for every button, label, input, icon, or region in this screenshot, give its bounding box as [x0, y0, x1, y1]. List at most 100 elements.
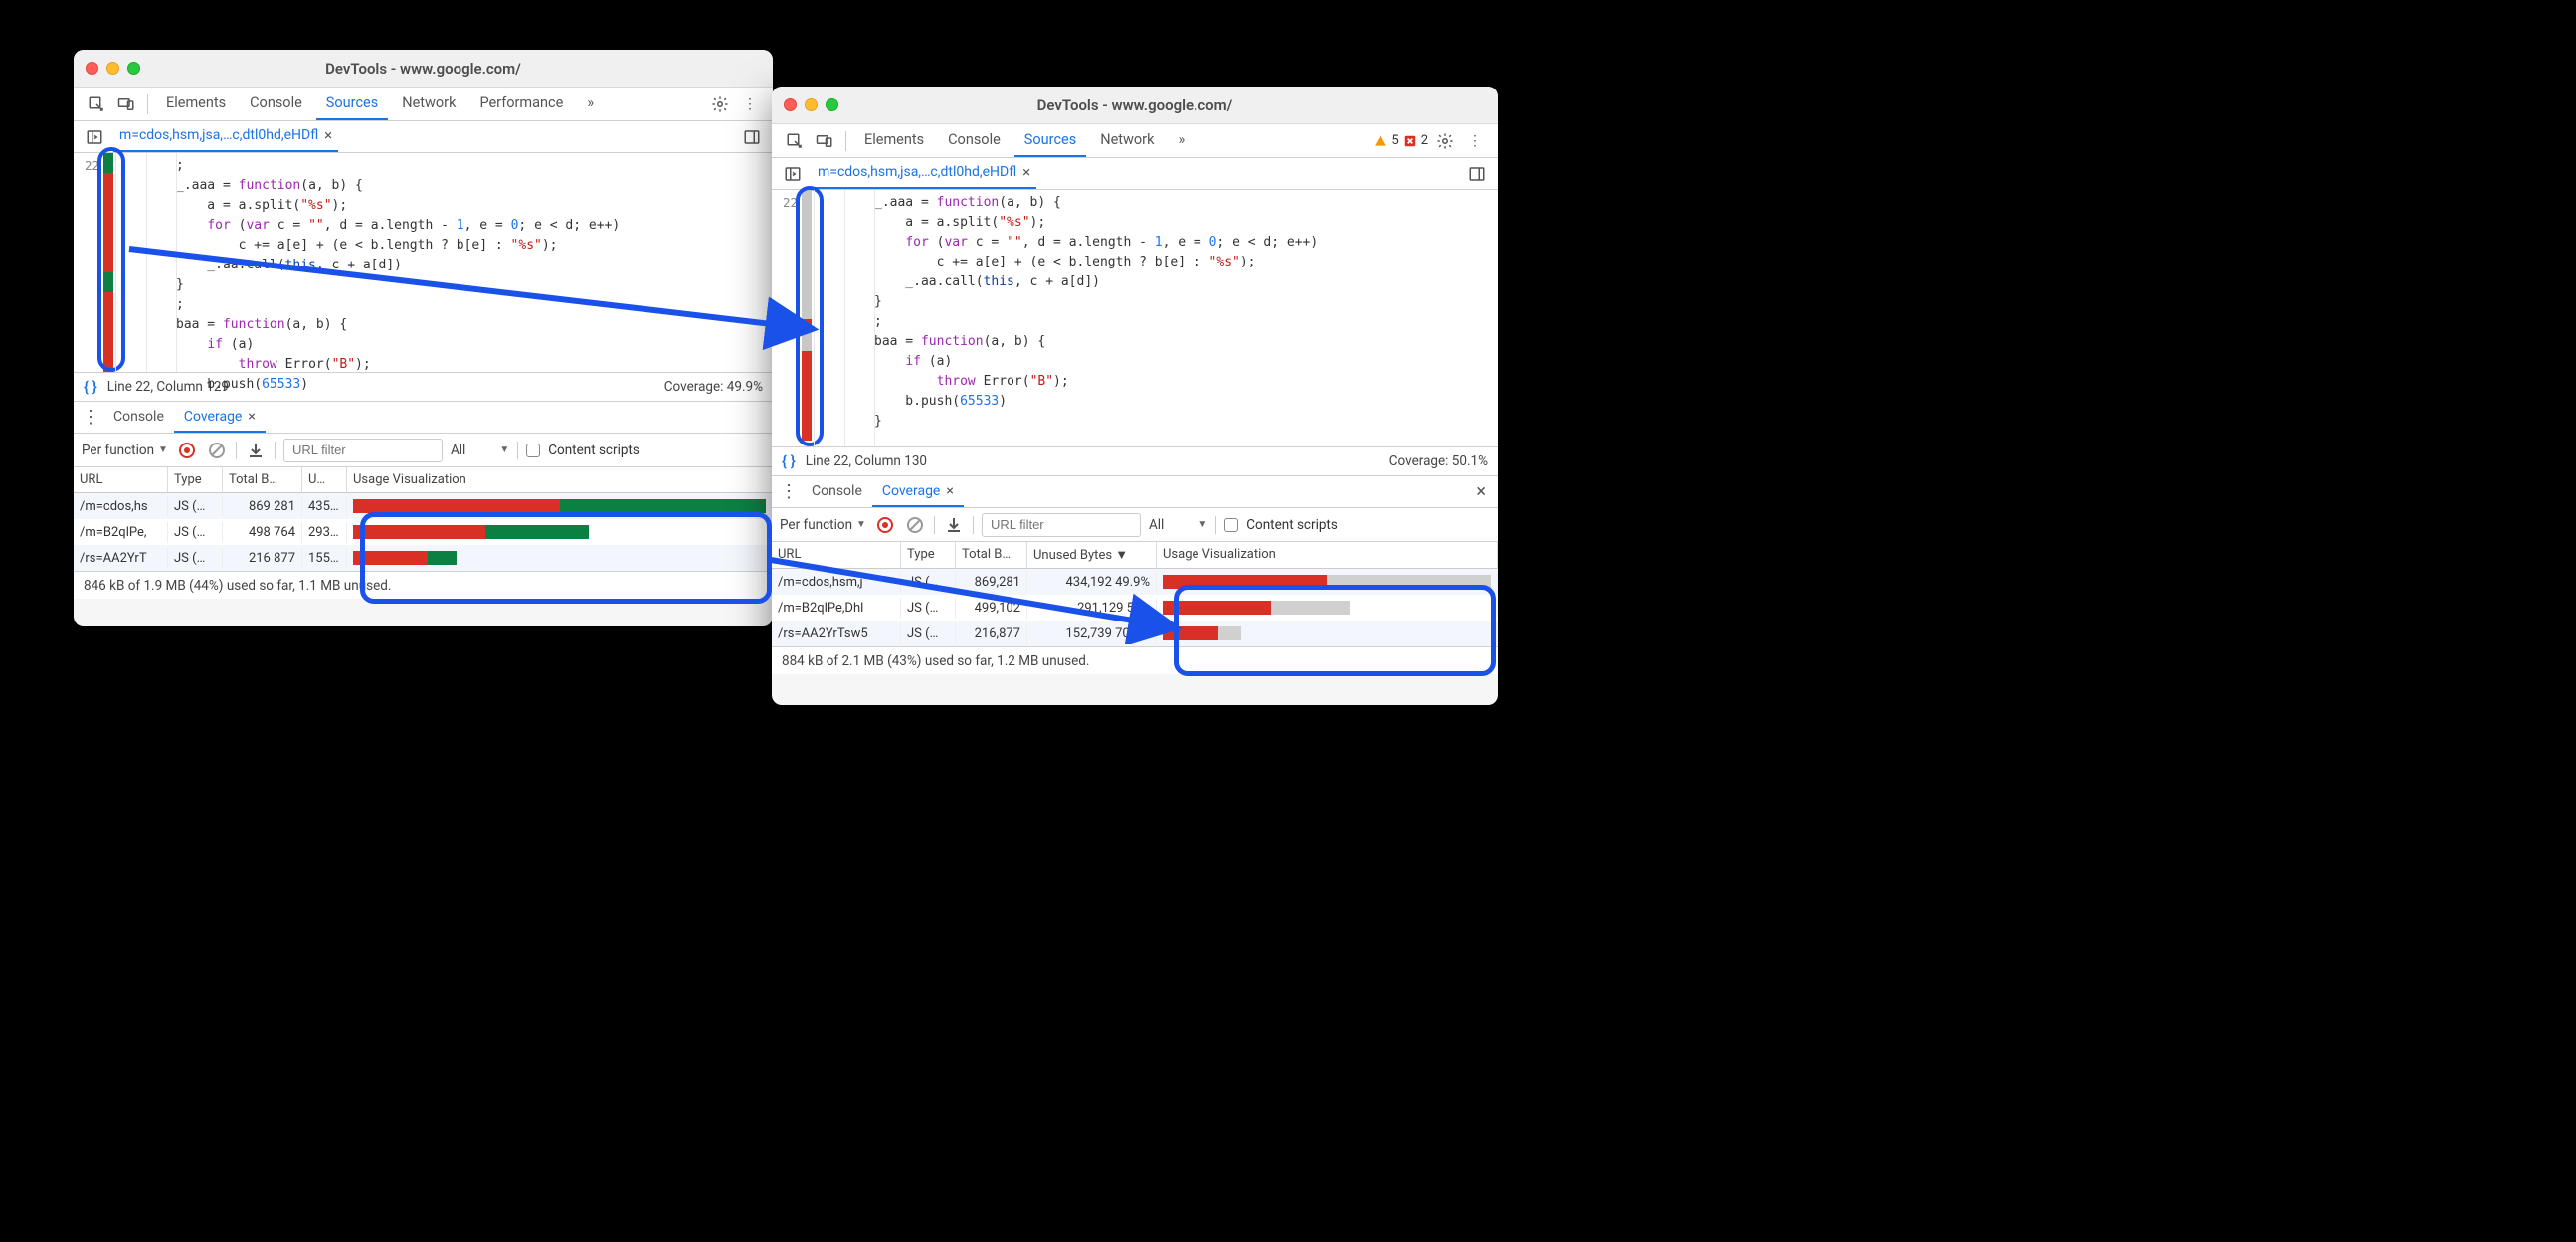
col-url[interactable]: URL [74, 467, 168, 492]
gear-icon[interactable] [1432, 128, 1458, 154]
coverage-row[interactable]: /m=B2qlPe,Dhl JS (… 499,102 291,129 58… [772, 595, 1498, 621]
url-filter-input[interactable] [283, 439, 443, 462]
tabs-overflow[interactable]: » [577, 89, 604, 120]
tab-performance[interactable]: Performance [469, 89, 573, 120]
usage-bar [353, 499, 766, 513]
tab-sources[interactable]: Sources [316, 89, 388, 120]
cell-url: /m=B2qlPe, [74, 522, 168, 543]
errors-badge[interactable]: 2 [1403, 133, 1428, 148]
content-scripts-checkbox[interactable] [1224, 518, 1238, 532]
tab-network[interactable]: Network [1090, 125, 1164, 157]
col-unused[interactable]: U… [302, 467, 347, 492]
close-icon[interactable]: × [946, 483, 953, 499]
drawer-tab-coverage[interactable]: Coverage× [872, 477, 964, 507]
coverage-row[interactable]: /m=cdos,hsm,j JS (… 869,281 434,192 49.9… [772, 569, 1498, 595]
export-icon[interactable] [245, 440, 267, 461]
drawer-tabbar: ⋮ Console Coverage× × [772, 476, 1498, 508]
coverage-table-header: URL Type Total B… U… Usage Visualization [74, 467, 773, 493]
coverage-row[interactable]: /m=B2qlPe, JS (… 498 764 293 … [74, 519, 773, 545]
file-tab-label: m=cdos,hsm,jsa,…c,dtl0hd,eHDfl [119, 127, 318, 143]
code-line: c += a[e] + (e < b.length ? b[e] : "%s")… [116, 236, 620, 256]
content-scripts-checkbox[interactable] [526, 444, 540, 457]
tab-elements[interactable]: Elements [156, 89, 236, 120]
record-icon[interactable] [176, 440, 198, 461]
code-body: ; _.aaa = function(a, b) { a = a.split("… [115, 153, 620, 372]
code-line: if (a) [116, 335, 620, 355]
maximize-window-icon[interactable] [127, 62, 140, 75]
pretty-print-icon[interactable]: { } [782, 452, 796, 470]
code-line: for (var c = "", d = a.length - 1, e = 0… [116, 216, 620, 236]
col-usage[interactable]: Usage Visualization [1157, 542, 1498, 568]
drawer-tab-console[interactable]: Console [103, 403, 174, 433]
clear-icon[interactable] [904, 514, 926, 536]
coverage-row[interactable]: /rs=AA2YrTsw5 JS (… 216,877 152,739 70.4… [772, 621, 1498, 646]
close-window-icon[interactable] [86, 62, 98, 75]
file-tab-active[interactable]: m=cdos,hsm,jsa,…c,dtl0hd,eHDfl × [812, 159, 1036, 189]
pretty-print-icon[interactable]: { } [84, 378, 97, 396]
titlebar: DevTools - www.google.com/ [772, 87, 1498, 124]
url-filter-input[interactable] [982, 513, 1141, 537]
coverage-mode-select[interactable]: Per function▼ [780, 517, 866, 533]
devtools-window-right: DevTools - www.google.com/ Elements Cons… [772, 87, 1498, 705]
minimize-window-icon[interactable] [805, 98, 818, 111]
inspect-icon[interactable] [84, 91, 109, 117]
type-filter-select[interactable]: All▼ [1149, 517, 1207, 533]
device-toggle-icon[interactable] [113, 91, 139, 117]
tab-network[interactable]: Network [392, 89, 465, 120]
tab-sources[interactable]: Sources [1014, 125, 1086, 157]
col-unused[interactable]: Unused Bytes ▼ [1027, 542, 1157, 568]
col-type[interactable]: Type [901, 542, 956, 568]
cell-type: JS (… [901, 598, 956, 619]
type-filter-select[interactable]: All▼ [451, 443, 509, 458]
kebab-icon[interactable]: ⋮ [776, 481, 802, 502]
traffic-lights [784, 98, 838, 111]
code-line: } [815, 412, 1318, 432]
close-icon[interactable]: × [324, 126, 332, 144]
coverage-row[interactable]: /rs=AA2YrT JS (… 216 877 155 … [74, 545, 773, 571]
cell-total: 498 764 [223, 522, 302, 543]
drawer-tab-console[interactable]: Console [802, 477, 872, 507]
tab-console[interactable]: Console [938, 125, 1011, 157]
toggle-navigator-icon[interactable] [780, 161, 806, 187]
file-tab-active[interactable]: m=cdos,hsm,jsa,…c,dtl0hd,eHDfl × [113, 122, 338, 152]
kebab-icon[interactable]: ⋮ [78, 407, 103, 428]
coverage-mode-select[interactable]: Per function▼ [82, 443, 168, 458]
export-icon[interactable] [943, 514, 965, 536]
tab-console[interactable]: Console [240, 89, 312, 120]
code-line: } [116, 275, 620, 295]
col-total[interactable]: Total B… [223, 467, 302, 492]
close-icon[interactable]: × [248, 409, 255, 425]
toggle-debugger-icon[interactable] [739, 124, 765, 150]
col-type[interactable]: Type [168, 467, 223, 492]
col-total[interactable]: Total B… [956, 542, 1027, 568]
file-tabbar: m=cdos,hsm,jsa,…c,dtl0hd,eHDfl × [772, 158, 1498, 190]
clear-icon[interactable] [206, 440, 228, 461]
col-usage[interactable]: Usage Visualization [347, 467, 773, 492]
device-toggle-icon[interactable] [812, 128, 837, 154]
code-line: throw Error("B"); [116, 355, 620, 375]
inspect-icon[interactable] [782, 128, 808, 154]
minimize-window-icon[interactable] [106, 62, 119, 75]
gear-icon[interactable] [707, 91, 733, 117]
close-drawer-icon[interactable]: × [1468, 481, 1494, 502]
usage-bar [1163, 626, 1491, 640]
toggle-debugger-icon[interactable] [1464, 161, 1490, 187]
close-window-icon[interactable] [784, 98, 797, 111]
code-line: } [815, 292, 1318, 312]
close-icon[interactable]: × [1022, 163, 1030, 181]
tabs-overflow[interactable]: » [1168, 125, 1195, 157]
kebab-icon[interactable]: ⋮ [1462, 128, 1488, 154]
warnings-badge[interactable]: 5 [1374, 133, 1398, 148]
kebab-icon[interactable]: ⋮ [737, 91, 763, 117]
usage-bar [353, 525, 766, 539]
tab-elements[interactable]: Elements [854, 125, 934, 157]
drawer-tab-coverage[interactable]: Coverage× [174, 403, 266, 433]
code-editor[interactable]: 22 ; _.aaa = function(a, b) { a = a.spli… [74, 153, 773, 372]
coverage-row[interactable]: /m=cdos,hs JS (… 869 281 435 … [74, 493, 773, 519]
code-editor[interactable]: 22 _.aaa = function(a, b) { a = a.split(… [772, 190, 1498, 446]
maximize-window-icon[interactable] [826, 98, 838, 111]
toggle-navigator-icon[interactable] [82, 124, 107, 150]
cell-type: JS (… [901, 572, 956, 593]
record-icon[interactable] [874, 514, 896, 536]
col-url[interactable]: URL [772, 542, 901, 568]
